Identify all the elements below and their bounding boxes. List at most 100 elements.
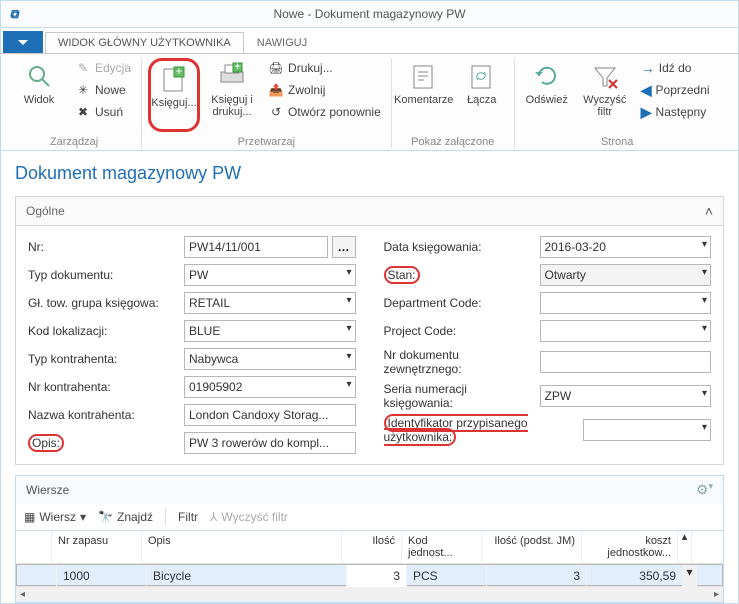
nazwa-kontrahenta-input[interactable] [184,404,356,426]
lines-clear-filter-button[interactable]: ⅄Wyczyść filtr [210,510,288,524]
caret-down-icon [18,40,28,45]
comments-icon [408,60,440,92]
clear-filter-icon: ⅄ [210,510,217,524]
binoculars-icon: 🔭 [98,510,113,524]
next-button[interactable]: ▶Następny [637,102,714,122]
previous-button[interactable]: ◀Poprzedni [637,80,714,100]
comments-button[interactable]: Komentarze [398,58,450,132]
nr-lookup-button[interactable]: … [332,236,356,258]
window-title: Nowe - Dokument magazynowy PW [273,7,465,21]
cell-nr-zapasu[interactable]: 1000 [57,565,147,587]
data-ksiegowania-input[interactable] [540,236,712,258]
title-bar: ⧉ Nowe - Dokument magazynowy PW [0,0,739,28]
caret-down-icon: ▾ [80,510,86,524]
col-kod-jm[interactable]: Kod jednost... [402,531,482,563]
table-row[interactable]: 1000 Bicycle 3 PCS 3 350,59 ▾ [16,564,723,586]
field-nr: Nr: … [28,236,356,258]
typ-dokumentu-select[interactable] [184,264,356,286]
cell-ilosc-podst[interactable]: 3 [487,565,587,587]
delete-button[interactable]: ✖Usuń [71,102,135,122]
field-typ-kontrahenta: Typ kontrahenta: ▾ [28,348,356,370]
opis-label-highlight: Opis: [28,434,64,452]
field-identyfikator-uzytkownika: Identyfikator przypisanego użytkownika: … [384,416,712,444]
edit-button[interactable]: ✎Edycja [71,58,135,78]
file-menu-button[interactable] [3,31,43,53]
lines-toolbar: ▦Wiersz▾ 🔭Znajdź Filtr ⅄Wyczyść filtr [15,504,724,530]
field-grupa-ksiegowa: Gł. tow. grupa księgowa: ▾ [28,292,356,314]
nr-dok-zewn-input[interactable] [540,351,712,373]
post-and-print-button[interactable]: + Księguj i drukuj... [206,58,258,132]
svg-text:+: + [176,65,183,78]
nr-input[interactable] [184,236,328,258]
field-seria-numeracji: Seria numeracji księgowania: ▾ [384,382,712,410]
post-icon: + [158,63,190,95]
field-department-code: Department Code: ▾ [384,292,712,314]
cell-koszt[interactable]: 350,59 [587,565,683,587]
refresh-button[interactable]: Odśwież [521,58,573,132]
field-data-ksiegowania: Data księgowania: ▾ [384,236,712,258]
fasttab-lines-header[interactable]: Wiersze ⚙▾ [15,475,724,504]
links-icon [466,60,498,92]
chevron-up-icon: ˄ [705,203,713,219]
fasttab-general-body: Nr: … Typ dokumentu: ▾ Gł. tow. grupa ks… [15,226,724,465]
col-nr-zapasu[interactable]: Nr zapasu [52,531,142,563]
stan-select[interactable] [540,264,712,286]
ribbon-group-page: Odśwież Wyczyść filtr →Idź do ◀Poprzedni… [515,58,720,148]
scroll-down[interactable]: ▾ [683,565,697,587]
cell-kod-jm[interactable]: PCS [407,565,487,587]
tab-main-view[interactable]: WIDOK GŁÓWNY UŻYTKOWNIKA [45,32,244,53]
lines-wiersz-menu[interactable]: ▦Wiersz▾ [24,510,86,524]
row-selector-header[interactable] [16,531,52,563]
col-koszt[interactable]: koszt jednostkow... [582,531,678,563]
release-button[interactable]: 📤Zwolnij [264,80,385,100]
field-project-code: Project Code: ▾ [384,320,712,342]
ident-label-highlight: Identyfikator przypisanego użytkownika: [384,414,528,446]
fasttab-general-header[interactable]: Ogólne ˄ [15,196,724,226]
pencil-icon: ✎ [75,60,91,76]
post-print-icon: + [216,60,248,92]
gear-icon[interactable]: ⚙▾ [696,481,713,499]
row-selector[interactable] [21,565,57,587]
scroll-up[interactable]: ▴ [678,531,692,563]
print-button[interactable]: 🖨Drukuj... [264,58,385,78]
cell-opis[interactable]: Bicycle [147,565,347,587]
opis-input[interactable] [184,432,356,454]
clear-filter-button[interactable]: Wyczyść filtr [579,58,631,132]
col-ilosc[interactable]: Ilość [342,531,402,563]
view-button[interactable]: Widok [13,58,65,132]
horizontal-scrollbar[interactable]: ◂▸ [16,586,723,602]
cell-ilosc[interactable]: 3 [347,565,407,587]
grupa-ksiegowa-select[interactable] [184,292,356,314]
ribbon: Widok ✎Edycja ✳Nowe ✖Usuń Zarządzaj + Ks… [0,53,739,151]
kod-lokalizacji-select[interactable] [184,320,356,342]
lines-filter-button[interactable]: Filtr [178,510,198,524]
delete-icon: ✖ [75,104,91,120]
ident-uzytkownika-select[interactable] [583,419,711,441]
post-button[interactable]: + Księguj... [148,58,200,132]
field-kod-lokalizacji: Kod lokalizacji: ▾ [28,320,356,342]
tab-navigate[interactable]: NAWIGUJ [244,32,320,53]
col-ilosc-podst[interactable]: Ilość (podst. JM) [482,531,582,563]
goto-button[interactable]: →Idź do [637,58,714,78]
stan-label-highlight: Stan: [384,266,420,284]
arrow-left-icon: ◀ [641,82,652,99]
svg-text:+: + [234,62,241,73]
lines-find-button[interactable]: 🔭Znajdź [98,510,153,524]
typ-kontrahenta-select[interactable] [184,348,356,370]
nr-kontrahenta-select[interactable] [184,376,356,398]
new-doc-icon: ✳ [75,82,91,98]
links-button[interactable]: Łącza [456,58,508,132]
field-nr-dok-zewn: Nr dokumentu zewnętrznego: [384,348,712,376]
col-opis[interactable]: Opis [142,531,342,563]
seria-numeracji-select[interactable] [540,385,712,407]
page-content: Dokument magazynowy PW Ogólne ˄ Nr: … Ty… [0,151,739,604]
department-code-select[interactable] [540,292,712,314]
new-button[interactable]: ✳Nowe [71,80,135,100]
page-title: Dokument magazynowy PW [15,163,724,184]
reopen-button[interactable]: ↺Otwórz ponownie [264,102,385,122]
reopen-icon: ↺ [268,104,284,120]
ribbon-group-process: + Księguj... + Księguj i drukuj... 🖨Druk… [142,58,392,148]
grid-header-row: Nr zapasu Opis Ilość Kod jednost... Iloś… [16,531,723,564]
grid-icon: ▦ [24,510,35,524]
project-code-select[interactable] [540,320,712,342]
